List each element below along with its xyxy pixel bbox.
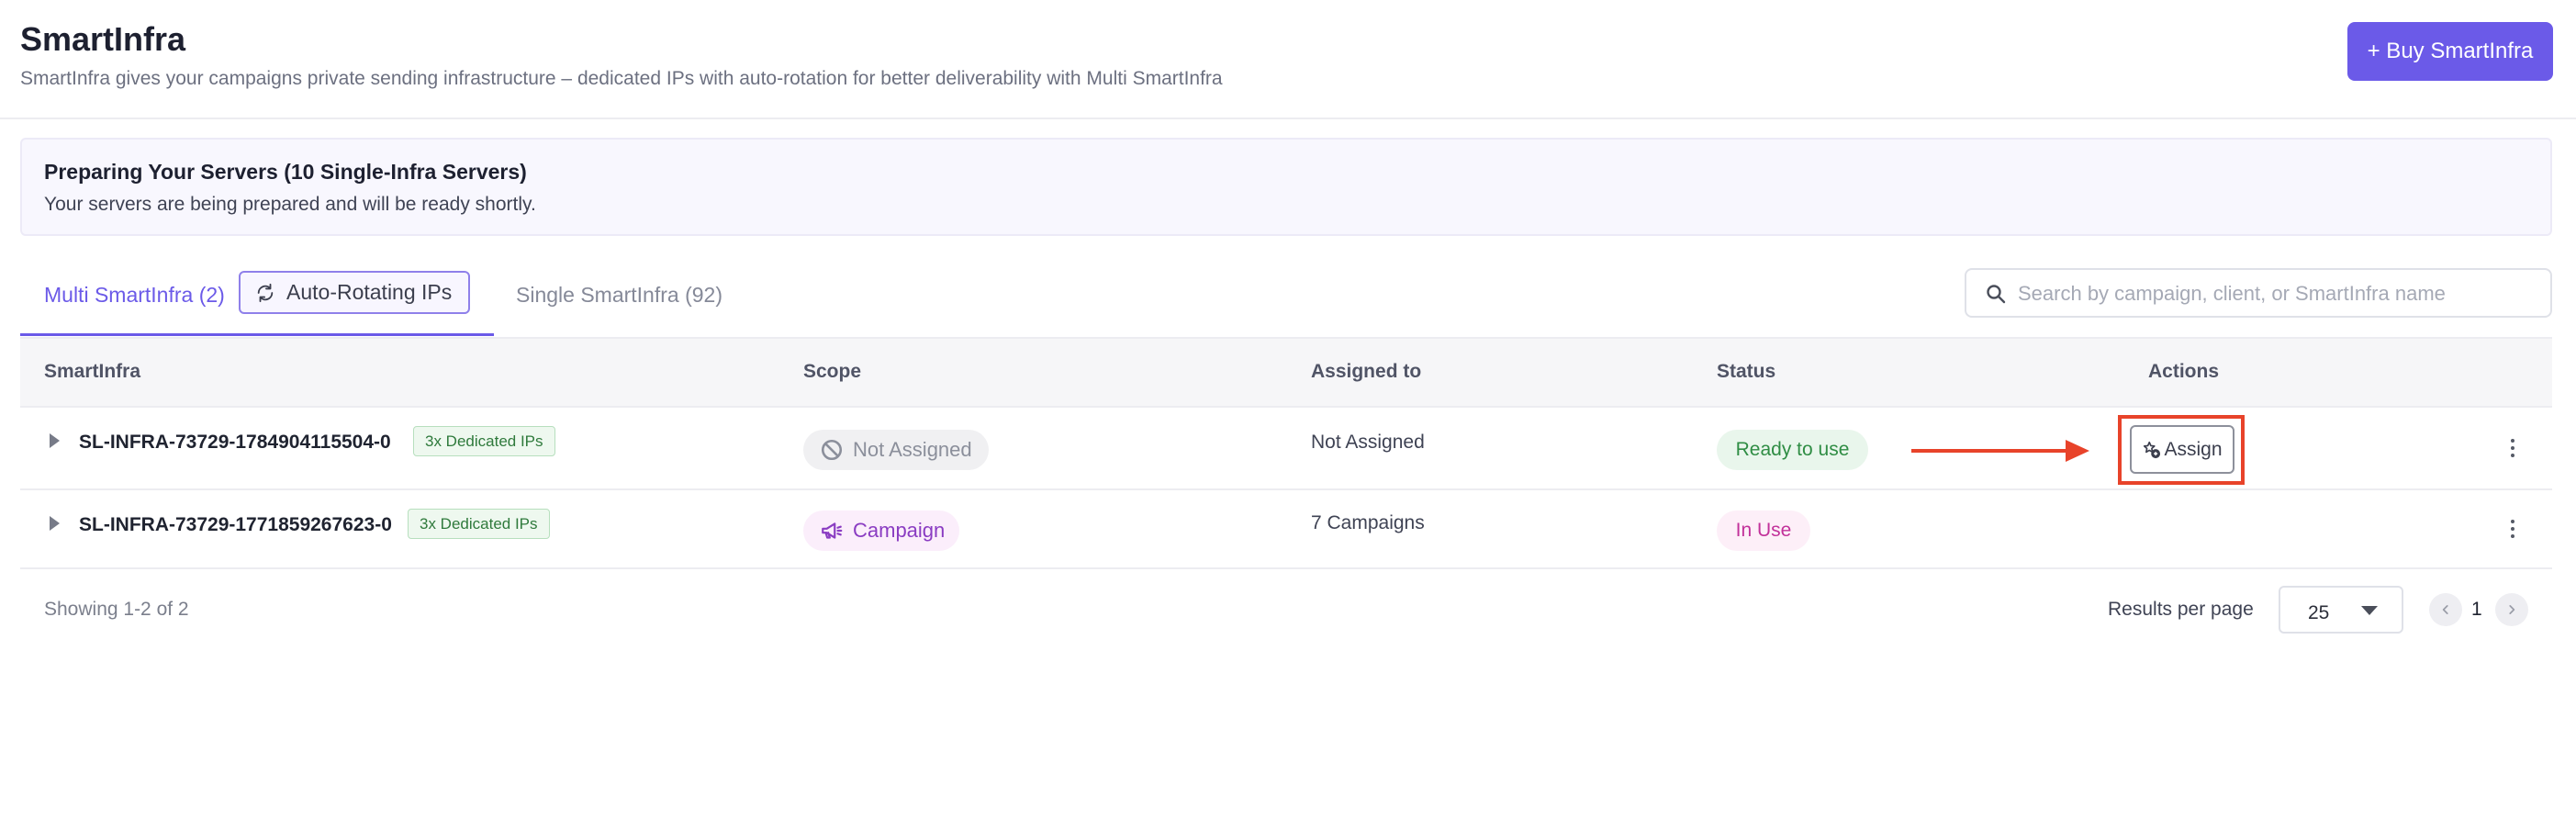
buy-smartinfra-button[interactable]: + Buy SmartInfra [2347, 22, 2553, 81]
dedicated-ips-badge: 3x Dedicated IPs [408, 509, 550, 539]
scope-label: Campaign [853, 519, 946, 542]
smartinfra-name: SL-INFRA-73729-1771859267623-0 [79, 514, 392, 535]
assign-button[interactable]: Assign [2130, 425, 2234, 474]
tab-multi-smartinfra[interactable]: Multi SmartInfra (2) Auto-Rotating IPs [20, 264, 494, 336]
dedicated-ips-badge: 3x Dedicated IPs [413, 426, 555, 456]
page-header: SmartInfra SmartInfra gives your campaig… [0, 0, 2576, 119]
column-header-actions: Actions [2148, 361, 2220, 382]
chevron-right-icon [2509, 605, 2515, 614]
refresh-icon [255, 283, 275, 303]
current-page-number[interactable]: 1 [2471, 599, 2482, 621]
search-input[interactable] [2018, 277, 2532, 310]
assigned-to: Not Assigned [1311, 432, 1425, 453]
search-icon [1985, 283, 2007, 305]
tab-multi-label: Multi SmartInfra (2) [44, 283, 225, 307]
column-header-smartinfra: SmartInfra [44, 361, 141, 382]
annotation-arrow-head [2066, 440, 2089, 462]
annotation-arrow-line [1911, 449, 2067, 453]
megaphone-icon [820, 519, 844, 543]
scope-chip: Campaign [803, 510, 959, 551]
prev-page-button[interactable] [2429, 593, 2462, 626]
results-per-page-label: Results per page [2108, 599, 2254, 620]
banner-text: Your servers are being prepared and will… [44, 194, 536, 215]
scope-chip: Not Assigned [803, 430, 989, 470]
auto-rotating-ips-label: Auto-Rotating IPs [286, 280, 453, 304]
table-header: SmartInfra Scope Assigned to Status Acti… [20, 337, 2552, 408]
search-box [1965, 268, 2552, 318]
chevron-down-icon [2361, 606, 2378, 615]
status-badge: In Use [1717, 510, 1810, 551]
column-header-status: Status [1717, 361, 1776, 382]
smartinfra-name: SL-INFRA-73729-1784904115504-0 [79, 432, 391, 453]
table-row: SL-INFRA-73729-1771859267623-0 3x Dedica… [20, 490, 2552, 569]
tab-single-smartinfra[interactable]: Single SmartInfra (92) [516, 283, 722, 308]
column-header-assigned-to: Assigned to [1311, 361, 1422, 382]
page-title: SmartInfra [20, 20, 186, 58]
kebab-icon[interactable] [2508, 520, 2517, 542]
column-header-scope: Scope [803, 361, 862, 382]
block-icon [820, 438, 844, 462]
chevron-left-icon [2442, 605, 2448, 614]
showing-count: Showing 1-2 of 2 [44, 599, 189, 620]
banner-title: Preparing Your Servers (10 Single-Infra … [44, 160, 527, 184]
assign-label: Assign [2164, 438, 2223, 460]
results-per-page-select[interactable]: 25 [2279, 586, 2403, 634]
status-badge: Ready to use [1717, 430, 1868, 470]
preparing-servers-banner: Preparing Your Servers (10 Single-Infra … [20, 138, 2552, 236]
caret-right-icon[interactable] [50, 516, 60, 531]
page-subtitle: SmartInfra gives your campaigns private … [20, 68, 1223, 89]
next-page-button[interactable] [2495, 593, 2528, 626]
assign-icon [2142, 440, 2162, 460]
auto-rotating-ips-button[interactable]: Auto-Rotating IPs [239, 271, 470, 314]
results-per-page-value: 25 [2308, 602, 2330, 623]
assigned-to: 7 Campaigns [1311, 512, 1425, 533]
kebab-icon[interactable] [2508, 439, 2517, 461]
caret-right-icon[interactable] [50, 433, 60, 448]
scope-label: Not Assigned [853, 438, 972, 461]
